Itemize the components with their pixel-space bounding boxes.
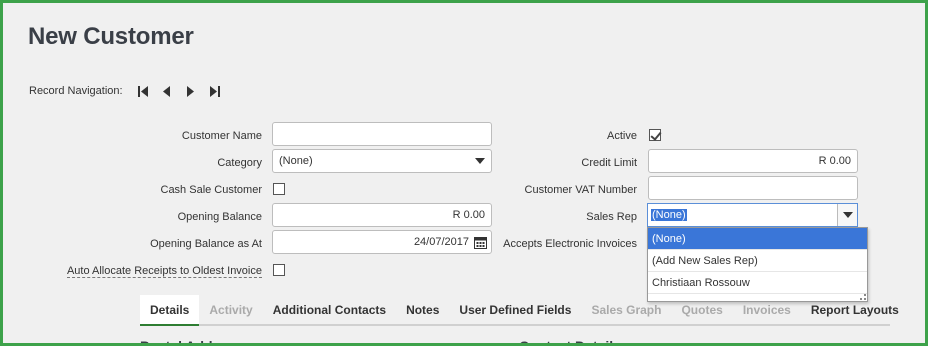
accepts-electronic-label: Accepts Electronic Invoices	[503, 238, 637, 250]
chevron-down-icon	[475, 158, 485, 164]
customer-name-input[interactable]	[272, 122, 492, 146]
category-select[interactable]: (None)	[272, 149, 492, 173]
cash-sale-checkbox[interactable]	[273, 183, 285, 195]
postal-address-heading: Postal Address	[140, 338, 242, 346]
sales-rep-dropdown-list: (None) (Add New Sales Rep) Christiaan Ro…	[647, 227, 868, 302]
contact-details-heading: Contact Details	[519, 338, 621, 346]
first-record-icon[interactable]	[131, 83, 155, 99]
chevron-down-icon[interactable]	[837, 204, 857, 226]
tab-activity[interactable]: Activity	[199, 295, 262, 326]
opening-balance-label: Opening Balance	[177, 211, 262, 223]
vat-number-input[interactable]	[648, 176, 858, 200]
active-checkbox[interactable]	[649, 129, 661, 141]
resize-grip-icon[interactable]	[860, 294, 866, 300]
previous-record-icon[interactable]	[155, 83, 179, 99]
sales-rep-option-add-new[interactable]: (Add New Sales Rep)	[648, 250, 867, 272]
sales-rep-option-christiaan[interactable]: Christiaan Rossouw	[648, 272, 867, 294]
credit-limit-label: Credit Limit	[581, 157, 637, 169]
opening-balance-input[interactable]: R 0.00	[272, 203, 492, 227]
auto-allocate-checkbox[interactable]	[273, 264, 285, 276]
record-navigation-label: Record Navigation:	[29, 85, 123, 97]
category-label: Category	[217, 157, 262, 169]
active-label: Active	[607, 130, 637, 142]
tab-notes[interactable]: Notes	[396, 295, 449, 326]
sales-rep-combobox[interactable]: (None)	[647, 203, 858, 227]
vat-number-label: Customer VAT Number	[524, 184, 637, 196]
next-record-icon[interactable]	[179, 83, 203, 99]
opening-balance-as-at-label: Opening Balance as At	[150, 238, 262, 250]
tab-user-defined-fields[interactable]: User Defined Fields	[449, 295, 581, 326]
sales-rep-label: Sales Rep	[586, 211, 637, 223]
calendar-icon[interactable]	[474, 236, 487, 249]
credit-limit-input[interactable]: R 0.00	[648, 149, 858, 173]
customer-name-label: Customer Name	[181, 130, 262, 142]
opening-balance-date-value: 24/07/2017	[413, 236, 469, 248]
sales-rep-value: (None)	[651, 209, 687, 221]
record-navigation: Record Navigation:	[29, 83, 227, 99]
tab-details[interactable]: Details	[140, 295, 200, 326]
cash-sale-label: Cash Sale Customer	[160, 184, 263, 196]
tab-additional-contacts[interactable]: Additional Contacts	[263, 295, 396, 326]
category-value: (None)	[279, 155, 313, 167]
page-title: New Customer	[28, 23, 194, 50]
window-frame: New Customer Record Navigation: Customer…	[0, 0, 928, 346]
auto-allocate-label: Auto Allocate Receipts to Oldest Invoice	[66, 265, 262, 278]
sales-rep-option-none[interactable]: (None)	[648, 228, 867, 250]
last-record-icon[interactable]	[203, 83, 227, 99]
opening-balance-date-input[interactable]: 24/07/2017	[272, 230, 492, 254]
